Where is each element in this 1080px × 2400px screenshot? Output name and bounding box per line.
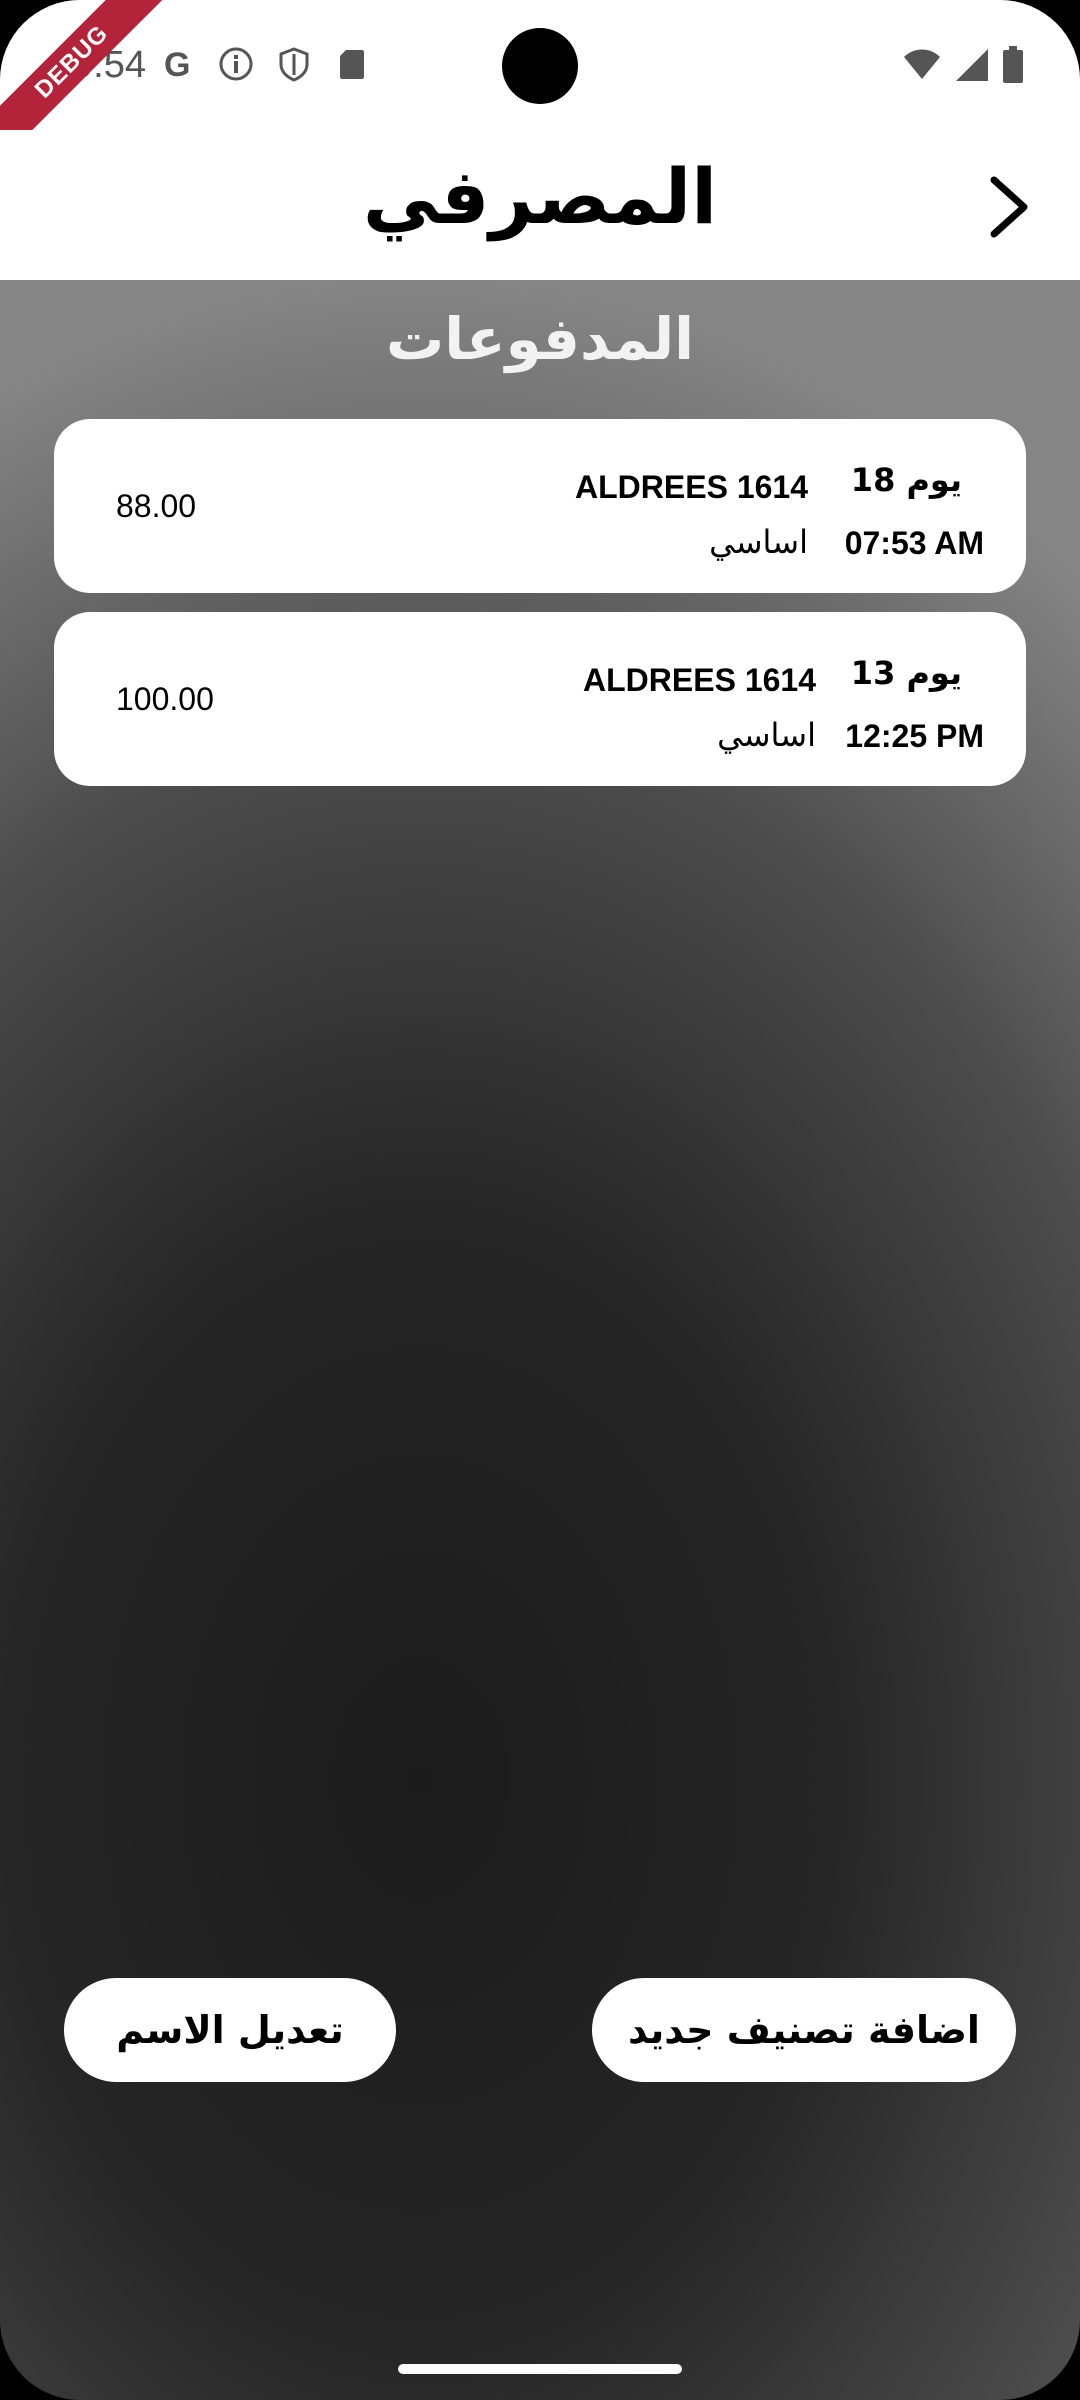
payment-day: يوم 13: [850, 654, 962, 692]
payment-card[interactable]: 88.00 ALDREES 1614 اساسي يوم 18 07:53 AM: [54, 419, 1026, 593]
payment-category: اساسي: [709, 523, 808, 561]
back-button[interactable]: [980, 172, 1040, 242]
section-title: المدفوعات: [385, 305, 695, 373]
payment-amount: 100.00: [116, 681, 214, 717]
payment-card[interactable]: 100.00 ALDREES 1614 اساسي يوم 13 12:25 P…: [54, 612, 1026, 786]
page-title: المصرفي: [362, 152, 718, 241]
add-category-button[interactable]: اضافة تصنيف جديد: [592, 1978, 1016, 2082]
google-icon: G: [160, 46, 196, 84]
payment-day: يوم 18: [850, 461, 962, 499]
rename-button[interactable]: تعديل الاسم: [64, 1978, 396, 2082]
payment-time: 07:53 AM: [844, 525, 984, 561]
svg-text:G: G: [164, 46, 190, 82]
status-bar: 9:54 G DEBUG: [0, 0, 1080, 169]
payment-category: اساسي: [717, 716, 816, 754]
app-bar: المصرفي: [0, 130, 1080, 280]
camera-cutout: [502, 28, 578, 104]
home-indicator[interactable]: [398, 2364, 682, 2374]
battery-icon: [1002, 46, 1024, 88]
status-icons-left: G: [160, 46, 370, 84]
payment-time: 12:25 PM: [845, 718, 984, 754]
wifi-icon: [902, 47, 942, 87]
status-icons-right: [902, 46, 1024, 88]
info-icon: [218, 46, 254, 82]
shield-icon: [276, 46, 312, 82]
payment-merchant: ALDREES 1614: [583, 662, 816, 698]
app-screen: 9:54 G DEBUG المصرفي المدفوعات 88.00 ALD…: [0, 0, 1080, 2400]
chevron-right-icon: [990, 176, 1028, 238]
sd-card-icon: [334, 46, 370, 82]
signal-icon: [954, 47, 990, 87]
payment-merchant: ALDREES 1614: [575, 469, 808, 505]
payment-amount: 88.00: [116, 488, 197, 524]
